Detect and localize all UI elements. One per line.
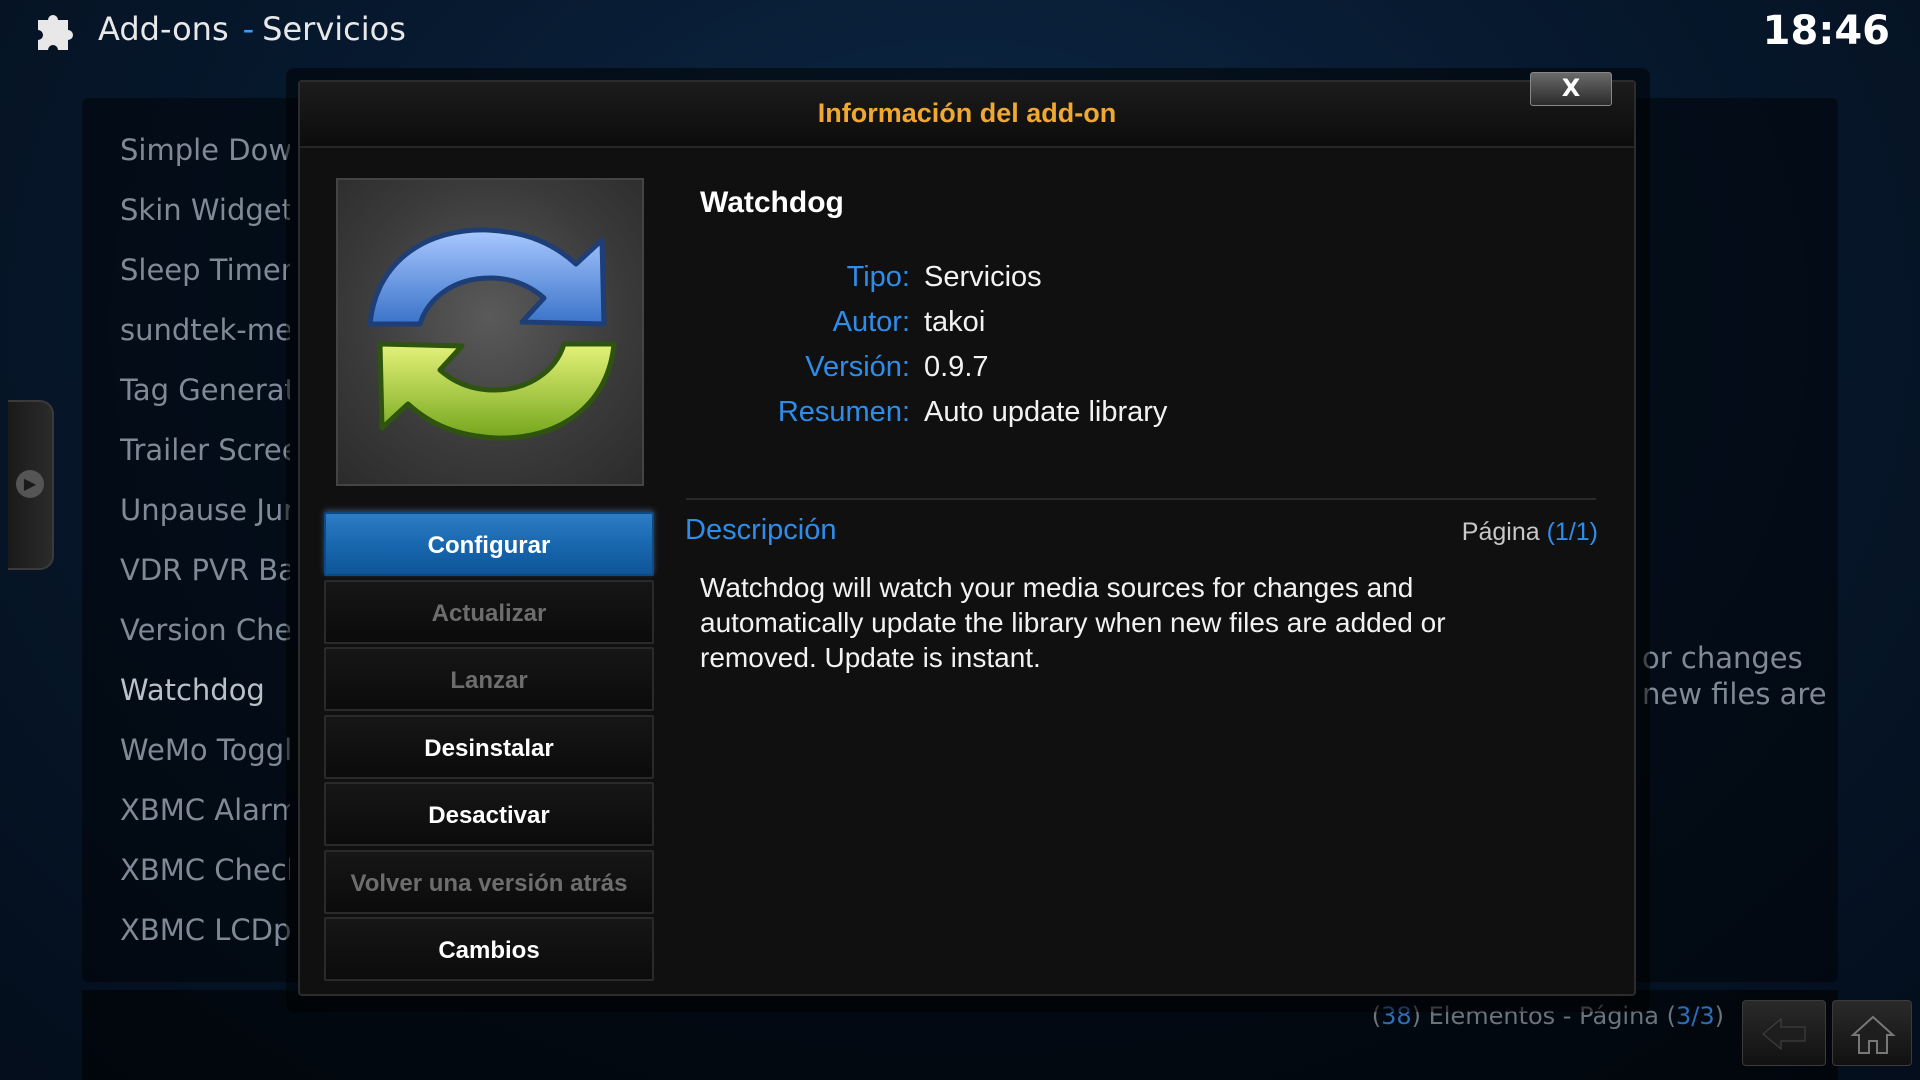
- background-description-line: new files are: [1642, 677, 1827, 711]
- page-count: 3/3: [1676, 1002, 1715, 1030]
- info-row-type: Tipo: Servicios: [700, 254, 1580, 299]
- page-value: (1/1): [1546, 518, 1598, 546]
- background-description-line: or changes: [1642, 641, 1803, 675]
- divider: [686, 498, 1596, 500]
- side-menu-tab[interactable]: ▶: [8, 400, 54, 570]
- list-item[interactable]: sundtek-mediatv: [120, 300, 290, 360]
- info-label: Resumen:: [777, 396, 910, 428]
- home-icon: [1850, 1015, 1896, 1054]
- list-item[interactable]: XBMC Check: [120, 840, 290, 900]
- page-label: Página: [1461, 518, 1540, 546]
- list-item[interactable]: WeMo Toggle: [120, 720, 290, 780]
- list-item-selected[interactable]: Watchdog: [120, 660, 290, 720]
- addon-thumbnail: [336, 178, 644, 486]
- info-value: Auto update library: [924, 396, 1168, 428]
- chevron-right-icon: ▶: [16, 470, 44, 498]
- back-arrow-icon: [1762, 1017, 1806, 1051]
- list-item[interactable]: Sleep Timer: [120, 240, 290, 300]
- puzzle-icon: [38, 15, 73, 50]
- addon-info-dialog: Información del add-on X Watchdog Tipo: S…: [298, 72, 1636, 996]
- launch-button[interactable]: Lanzar: [324, 647, 654, 711]
- close-button[interactable]: X: [1530, 72, 1612, 106]
- info-value: 0.9.7: [924, 351, 989, 383]
- list-item[interactable]: Tag Generator: [120, 360, 290, 420]
- breadcrumb-separator: -: [242, 10, 255, 48]
- list-item[interactable]: XBMC Alarm: [120, 780, 290, 840]
- dialog-title: Información del add-on: [817, 98, 1117, 128]
- page-close: ): [1714, 1002, 1724, 1030]
- list-item[interactable]: Trailer Screensaver: [120, 420, 290, 480]
- changelog-button[interactable]: Cambios: [324, 917, 654, 981]
- action-buttons: Configurar Actualizar Lanzar Desinstalar…: [324, 512, 654, 985]
- rollback-button[interactable]: Volver una versión atrás: [324, 849, 654, 914]
- clock: 18:46: [1762, 8, 1890, 54]
- info-value: Servicios: [924, 261, 1042, 293]
- description-text[interactable]: Watchdog will watch your media sources f…: [700, 570, 1560, 675]
- list-item[interactable]: Version Check: [120, 600, 290, 660]
- breadcrumb-section: Add-ons: [98, 10, 229, 48]
- info-value: takoi: [924, 306, 986, 338]
- list-item[interactable]: Unpause Jumpback: [120, 480, 290, 540]
- info-row-summary: Resumen: Auto update library: [700, 389, 1580, 434]
- breadcrumb-subsection: Servicios: [262, 10, 406, 48]
- list-item[interactable]: Skin Widgets: [120, 180, 290, 240]
- list-item[interactable]: Simple Downloader: [120, 120, 290, 180]
- addon-name: Watchdog: [700, 186, 844, 219]
- configure-button[interactable]: Configurar: [324, 512, 654, 576]
- info-label: Tipo:: [846, 261, 910, 293]
- list-item[interactable]: VDR PVR Backend: [120, 540, 290, 600]
- description-heading: Descripción: [685, 514, 837, 546]
- dialog-header: Información del add-on: [300, 82, 1634, 148]
- update-button[interactable]: Actualizar: [324, 579, 654, 644]
- addon-info-table: Tipo: Servicios Autor: takoi Versión: 0.9.7…: [700, 254, 1580, 434]
- uninstall-button[interactable]: Desinstalar: [324, 714, 654, 779]
- addon-list: Simple Downloader Skin Widgets Sleep Tim…: [120, 120, 290, 960]
- info-row-version: Versión: 0.9.7: [700, 344, 1580, 389]
- top-bar: Add-ons - Servicios 18:46: [0, 0, 1920, 64]
- disable-button[interactable]: Desactivar: [324, 782, 654, 846]
- info-label: Versión:: [805, 351, 910, 383]
- info-label: Autor:: [832, 306, 910, 338]
- refresh-icon: [367, 227, 617, 441]
- list-item[interactable]: XBMC LCDproc: [120, 900, 290, 960]
- back-button[interactable]: [1742, 1000, 1826, 1066]
- close-icon: X: [1561, 74, 1581, 102]
- breadcrumb: Add-ons - Servicios: [98, 10, 406, 48]
- description-page-indicator: Página (1/1): [1462, 518, 1598, 547]
- info-row-author: Autor: takoi: [700, 299, 1580, 344]
- home-button[interactable]: [1832, 1000, 1912, 1066]
- background-description: or changes new files are: [1642, 640, 1912, 712]
